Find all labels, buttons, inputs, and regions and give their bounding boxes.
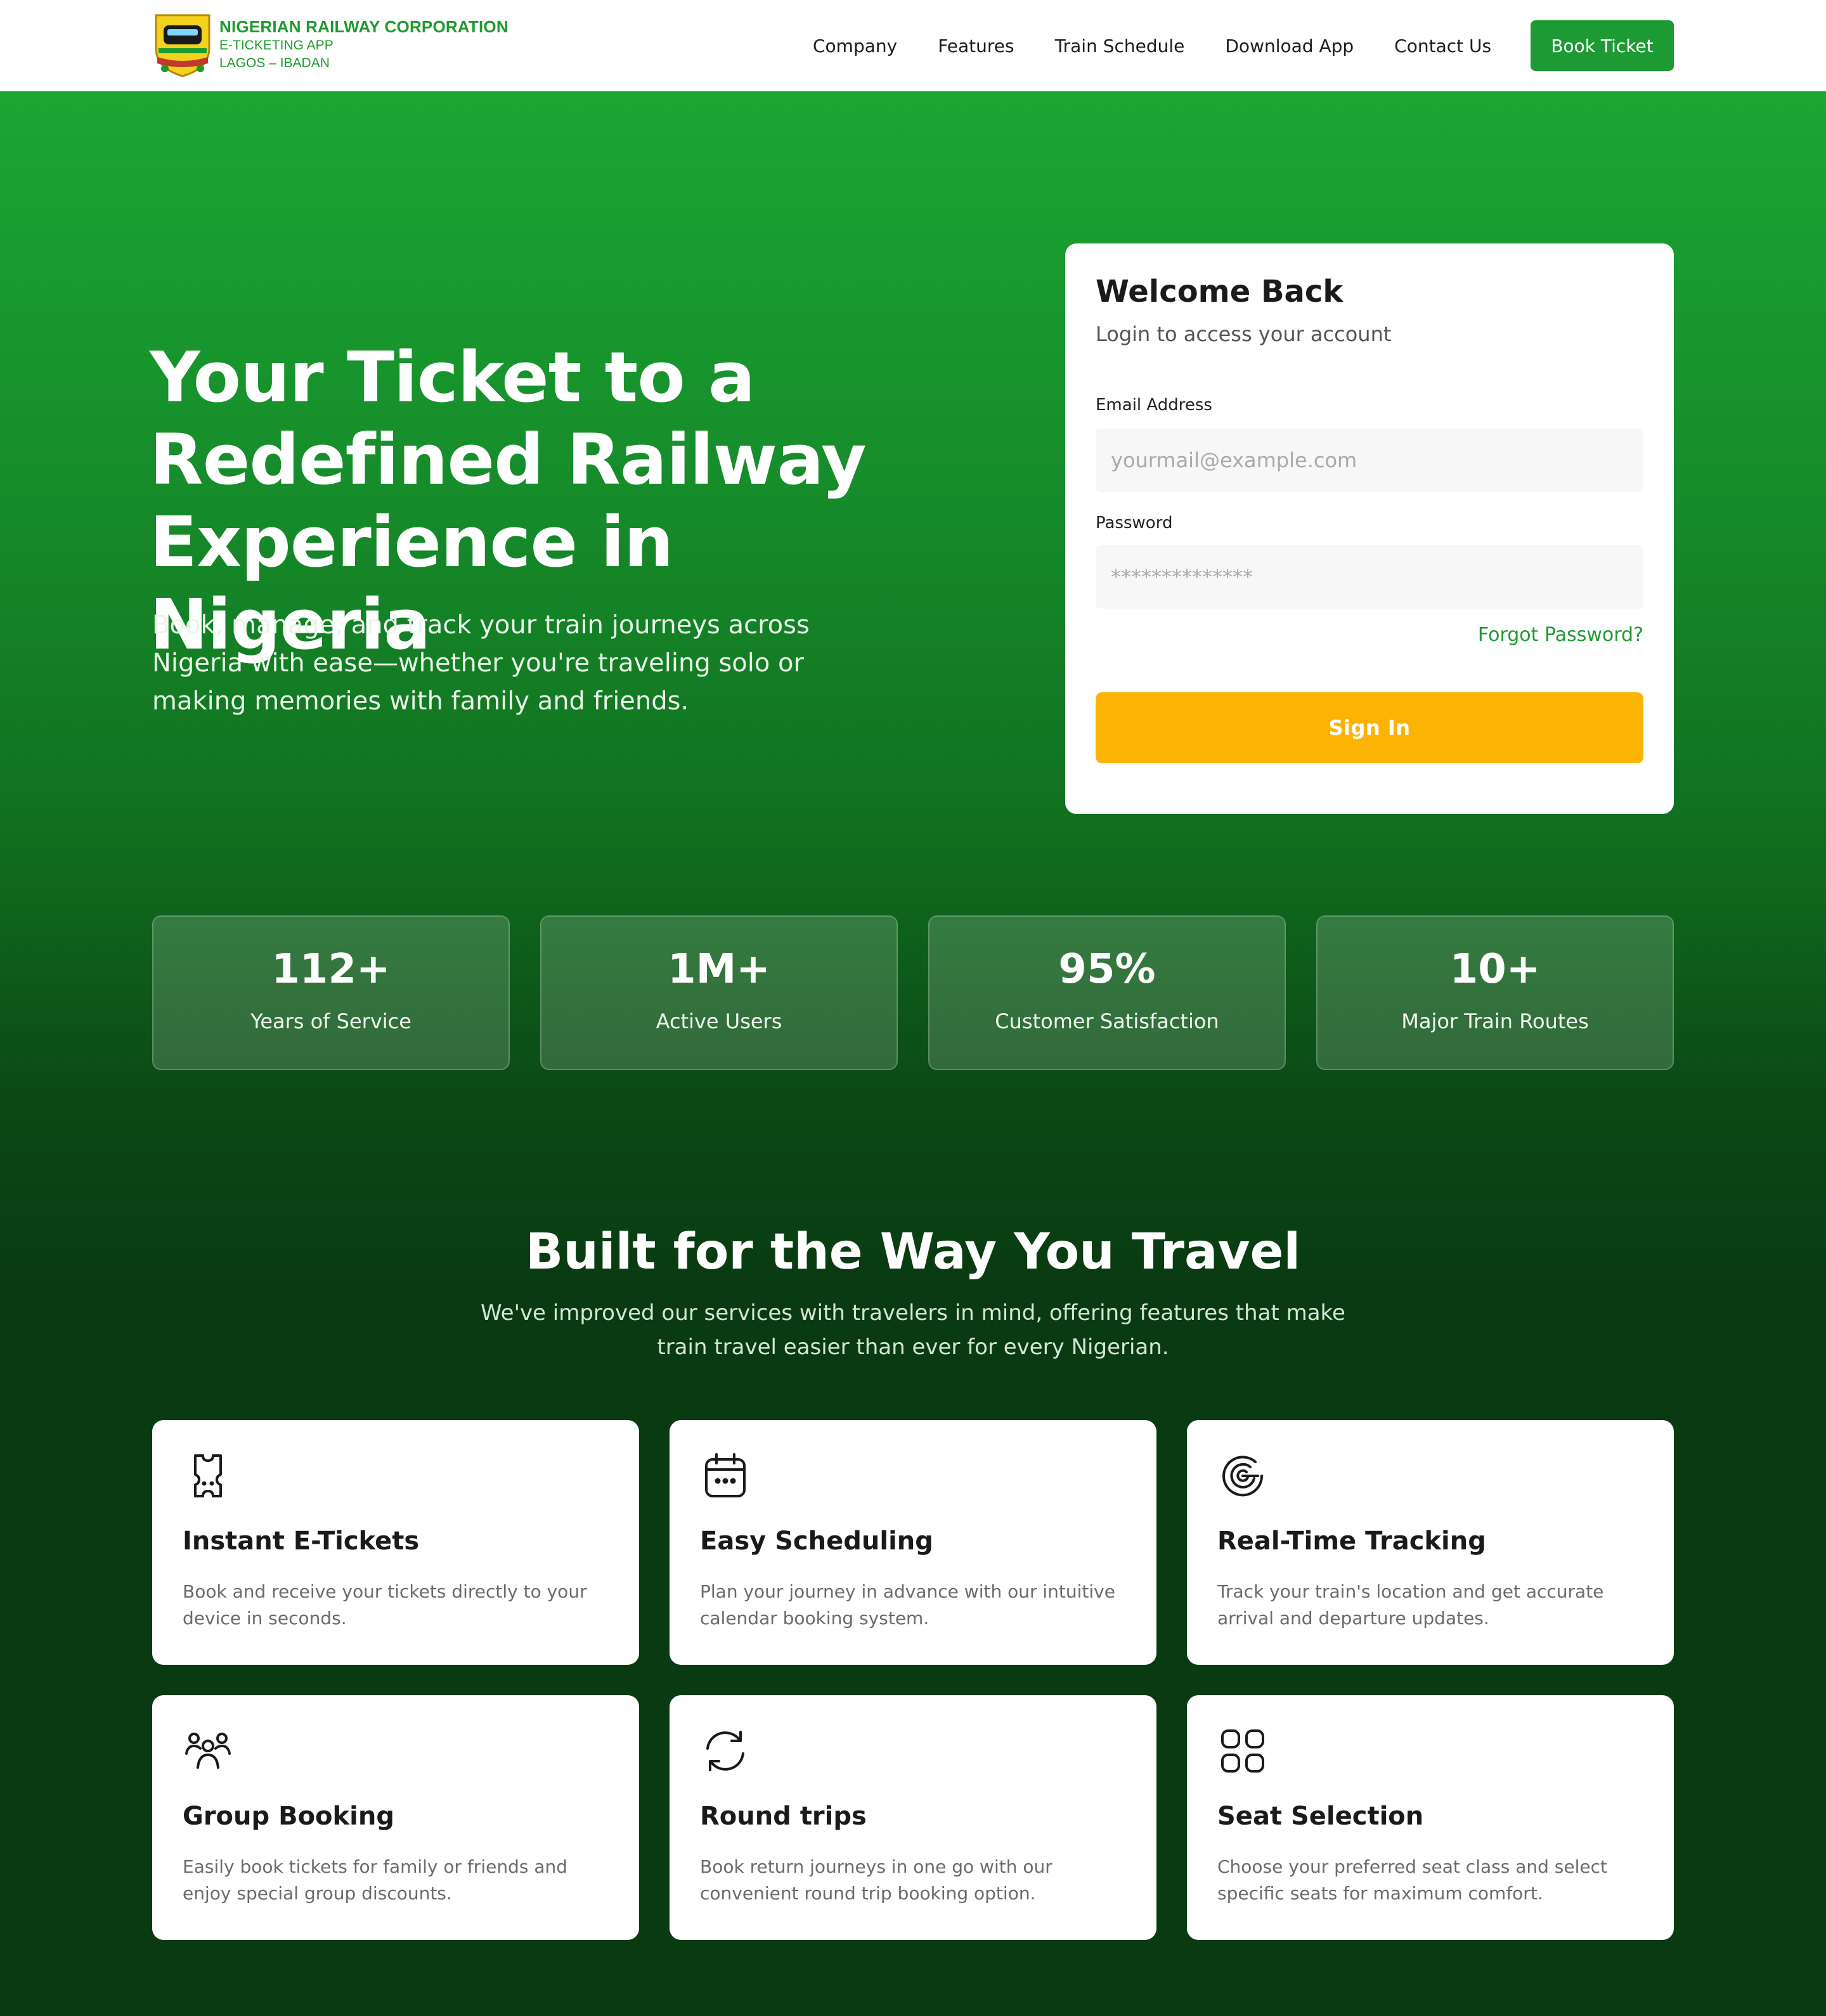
feature-card-round-trips: Round trips Book return journeys in one …: [670, 1695, 1156, 1940]
features-subtitle: We've improved our services with travele…: [481, 1300, 1345, 1360]
feature-title: Instant E-Tickets: [183, 1527, 420, 1556]
stat-card-users: 1M+ Active Users: [540, 915, 898, 1070]
group-icon: [183, 1726, 233, 1776]
nav-train-schedule[interactable]: Train Schedule: [1055, 36, 1185, 56]
brand-route: LAGOS – IBADAN: [219, 56, 330, 70]
login-card: Welcome Back Login to access your accoun…: [1065, 243, 1674, 814]
hero-subtitle: Book, manage, and track your train journ…: [152, 611, 810, 716]
calendar-icon: [700, 1451, 751, 1501]
stat-value: 112+: [271, 946, 391, 993]
login-subtitle: Login to access your account: [1096, 322, 1392, 346]
feature-card-e-tickets: Instant E-Tickets Book and receive your …: [152, 1420, 639, 1665]
password-input[interactable]: [1096, 545, 1643, 609]
stat-card-satisfaction: 95% Customer Satisfaction: [928, 915, 1286, 1070]
feature-title: Easy Scheduling: [700, 1527, 933, 1556]
nav-company[interactable]: Company: [813, 36, 897, 56]
feature-desc: Plan your journey in advance with our in…: [700, 1581, 1115, 1629]
brand-text: NIGERIAN RAILWAY CORPORATION E-TICKETING…: [219, 16, 508, 72]
main-nav: Company Features Train Schedule Download…: [813, 32, 1491, 60]
feature-desc: Book return journeys in one go with our …: [700, 1856, 1052, 1904]
forgot-password-link[interactable]: Forgot Password?: [1478, 624, 1643, 646]
nav-features[interactable]: Features: [938, 36, 1014, 56]
book-ticket-button[interactable]: Book Ticket: [1531, 20, 1674, 71]
feature-title: Seat Selection: [1217, 1802, 1424, 1831]
feature-card-group-booking: Group Booking Easily book tickets for fa…: [152, 1695, 639, 1940]
feature-desc: Choose your preferred seat class and sel…: [1217, 1856, 1607, 1904]
stat-label: Active Users: [656, 1009, 782, 1033]
stat-card-routes: 10+ Major Train Routes: [1316, 915, 1674, 1070]
password-label: Password: [1096, 514, 1173, 533]
features-title: Built for the Way You Travel: [525, 1224, 1301, 1281]
stat-card-years: 112+ Years of Service: [152, 915, 510, 1070]
ticket-icon: [183, 1451, 233, 1501]
nav-download-app[interactable]: Download App: [1225, 36, 1354, 56]
feature-card-seat-selection: Seat Selection Choose your preferred sea…: [1187, 1695, 1674, 1940]
stat-label: Years of Service: [250, 1009, 411, 1033]
login-title: Welcome Back: [1096, 274, 1344, 309]
top-navbar: NIGERIAN RAILWAY CORPORATION E-TICKETING…: [0, 0, 1826, 91]
stat-value: 10+: [1449, 946, 1541, 993]
stat-label: Major Train Routes: [1401, 1009, 1589, 1033]
feature-desc: Book and receive your tickets directly t…: [183, 1581, 587, 1629]
email-input[interactable]: [1096, 429, 1643, 492]
feature-title: Round trips: [700, 1802, 867, 1831]
nrc-logo-icon[interactable]: [152, 11, 213, 79]
brand-name: NIGERIAN RAILWAY CORPORATION: [219, 17, 508, 36]
tracking-icon: [1217, 1451, 1268, 1501]
brand-tagline: E-TICKETING APP: [219, 38, 333, 53]
stat-label: Customer Satisfaction: [995, 1009, 1219, 1033]
feature-card-scheduling: Easy Scheduling Plan your journey in adv…: [670, 1420, 1156, 1665]
sign-in-button[interactable]: Sign In: [1096, 692, 1643, 763]
seat-grid-icon: [1217, 1726, 1268, 1776]
nav-contact-us[interactable]: Contact Us: [1394, 36, 1491, 56]
stat-value: 95%: [1058, 946, 1156, 993]
round-trip-icon: [700, 1726, 751, 1776]
stat-value: 1M+: [668, 946, 770, 993]
feature-desc: Track your train's location and get accu…: [1217, 1581, 1604, 1629]
email-label: Email Address: [1096, 396, 1212, 415]
feature-desc: Easily book tickets for family or friend…: [183, 1856, 568, 1904]
feature-card-tracking: Real-Time Tracking Track your train's lo…: [1187, 1420, 1674, 1665]
feature-title: Real-Time Tracking: [1217, 1527, 1486, 1556]
feature-title: Group Booking: [183, 1802, 394, 1831]
